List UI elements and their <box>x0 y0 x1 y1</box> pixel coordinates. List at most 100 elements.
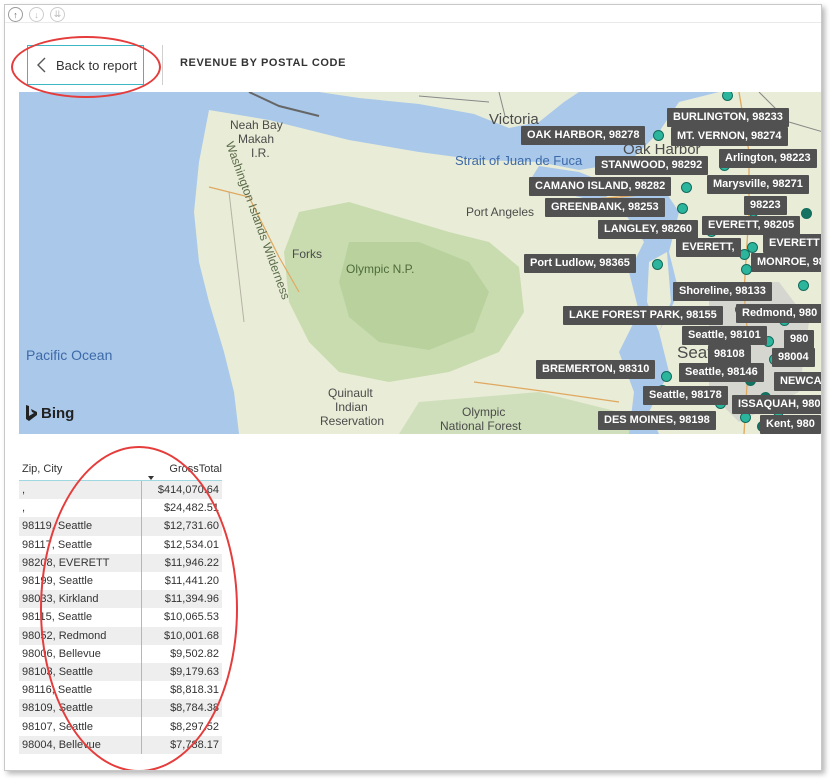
map-pin-label[interactable]: 98223 <box>744 196 787 215</box>
map-pin-label[interactable]: CAMANO ISLAND, 98282 <box>529 177 672 196</box>
cell-zip-city: 98006, Bellevue <box>19 644 142 663</box>
arrow-up-icon[interactable]: ↑ <box>8 7 23 22</box>
cell-zip-city: , <box>19 499 142 518</box>
table-row[interactable]: 98116, Seattle $8,818.31 <box>19 681 222 700</box>
map-pin-label[interactable]: Shoreline, 98133 <box>673 282 772 301</box>
place-label: Olympic N.P. <box>346 262 415 276</box>
cell-gross-total: $8,818.31 <box>170 684 219 697</box>
map-pin-label[interactable]: STANWOOD, 98292 <box>595 156 709 175</box>
map-pin-label[interactable]: Marysville, 98271 <box>707 175 809 194</box>
cell-gross-total: $11,394.96 <box>164 593 219 606</box>
map-pin-label[interactable]: Seattle, 98146 <box>679 363 764 382</box>
table-row[interactable]: 98052, Redmond $10,001.68 <box>19 626 222 645</box>
map-pin-label[interactable]: ISSAQUAH, 980 <box>732 395 821 414</box>
map-pin-label[interactable]: OAK HARBOR, 98278 <box>521 126 646 145</box>
cell-gross-total: $9,179.63 <box>170 665 219 678</box>
cell-gross-total: $12,534.01 <box>163 538 219 551</box>
report-header: Back to report REVENUE BY POSTAL CODE <box>5 41 821 91</box>
cell-zip-city: 98052, Redmond <box>19 626 142 645</box>
back-button-label: Back to report <box>56 57 137 73</box>
cell-zip-city: 98103, Seattle <box>19 662 142 682</box>
map-pin-label[interactable]: MT. VERNON, 98274 <box>671 127 788 146</box>
cell-gross-total: $11,946.22 <box>164 556 219 569</box>
table-row[interactable]: 98119, Seattle $12,731.60 <box>19 517 222 536</box>
map-pin-label[interactable]: Seattle, 98101 <box>682 326 767 345</box>
table-row[interactable]: 98006, Bellevue $9,502.82 <box>19 644 222 663</box>
map-point[interactable] <box>681 182 692 193</box>
map-point[interactable] <box>798 280 809 291</box>
map-pin-label[interactable]: EVERETT <box>763 234 821 253</box>
table-row[interactable]: 98033, Kirkland $11,394.96 <box>19 590 222 609</box>
map-pin-label[interactable]: Port Ludlow, 98365 <box>524 254 636 273</box>
place-label: Port Angeles <box>466 205 535 219</box>
cell-gross-total: $9,502.82 <box>170 647 219 660</box>
table-row[interactable]: 98115, Seattle $10,065.53 <box>19 608 222 627</box>
double-arrow-down-icon[interactable]: ⇊ <box>50 7 65 22</box>
place-label: National Forest <box>440 419 522 433</box>
cell-gross-total: $8,784.38 <box>170 702 219 715</box>
report-window: ↑ ↓ ⇊ Back to report REVENUE BY POSTAL C… <box>4 4 822 771</box>
cell-zip-city: 98109, Seattle <box>19 699 142 718</box>
map-pin-label[interactable]: EVERETT, <box>676 238 741 257</box>
map-point[interactable] <box>661 371 672 382</box>
map-pin-label[interactable]: NEWCA <box>774 372 821 391</box>
place-label: Pacific Ocean <box>26 347 113 363</box>
back-to-report-button[interactable]: Back to report <box>27 45 144 85</box>
map-point[interactable] <box>677 203 688 214</box>
map-pin-label[interactable]: GREENBANK, 98253 <box>545 198 665 217</box>
map-pin-label[interactable]: BREMERTON, 98310 <box>536 360 656 379</box>
place-label: Olympic <box>462 405 506 419</box>
map-pin-label[interactable]: MONROE, 98 <box>751 253 821 272</box>
table-row[interactable]: , $24,482.51 <box>19 499 222 518</box>
column-header-gross-total[interactable]: GrossTotal <box>142 463 222 480</box>
header-divider <box>162 45 163 85</box>
cell-zip-city: 98115, Seattle <box>19 608 142 627</box>
cell-zip-city: , <box>19 481 142 500</box>
mini-toolbar: ↑ ↓ ⇊ <box>5 5 821 23</box>
table-row[interactable]: 98109, Seattle $8,784.38 <box>19 699 222 718</box>
chevron-left-icon <box>37 57 46 73</box>
table-row[interactable]: , $414,070.64 <box>19 481 222 500</box>
place-label: Makah <box>238 132 275 146</box>
map-point[interactable] <box>801 208 812 219</box>
map-pin-label[interactable]: 98004 <box>772 348 815 367</box>
bing-icon <box>26 405 37 421</box>
table-row[interactable]: 98004, Bellevue $7,788.17 <box>19 735 222 754</box>
table-row[interactable]: 98107, Seattle $8,297.52 <box>19 717 222 736</box>
map-pin-label[interactable]: LAKE FOREST PARK, 98155 <box>563 306 723 325</box>
cell-gross-total: $10,065.53 <box>163 611 219 624</box>
map-pin-label[interactable]: 98108 <box>708 345 751 364</box>
map-pin-label[interactable]: LANGLEY, 98260 <box>598 220 699 239</box>
map-pin-label[interactable]: DES MOINES, 98198 <box>598 411 716 430</box>
cell-zip-city: 98199, Seattle <box>19 571 142 591</box>
page-title: REVENUE BY POSTAL CODE <box>180 57 347 69</box>
map-point[interactable] <box>739 249 750 260</box>
cell-gross-total: $414,070.64 <box>157 484 219 497</box>
map-pin-label[interactable]: Seattle, 98178 <box>643 386 728 405</box>
bing-logo: Bing <box>25 405 74 422</box>
cell-gross-total: $7,788.17 <box>170 738 219 751</box>
map-pin-label[interactable]: EVERETT, 98205 <box>702 216 801 235</box>
map-pin-label[interactable]: 980 <box>784 330 815 349</box>
map-visual[interactable]: Neah Bay Makah I.R. Victoria Strait of J… <box>19 92 821 434</box>
cell-zip-city: 98107, Seattle <box>19 717 142 736</box>
table-row[interactable]: 98208, EVERETT $11,946.22 <box>19 553 222 572</box>
map-point[interactable] <box>653 130 664 141</box>
map-pin-label[interactable]: BURLINGTON, 98233 <box>667 108 789 127</box>
cell-zip-city: 98033, Kirkland <box>19 590 142 609</box>
map-pin-label[interactable]: Arlington, 98223 <box>719 149 817 168</box>
column-header-zip-city[interactable]: Zip, City <box>19 463 142 475</box>
cell-gross-total: $12,731.60 <box>163 520 219 533</box>
revenue-table[interactable]: Zip, City GrossTotal , $414,070.64 , $24,4… <box>19 457 222 754</box>
map-pin-label[interactable]: Kent, 980 <box>760 415 821 434</box>
table-row[interactable]: 98117, Seattle $12,534.01 <box>19 535 222 554</box>
map-pin-label[interactable]: Redmond, 980 <box>736 304 821 323</box>
arrow-down-icon[interactable]: ↓ <box>29 7 44 22</box>
table-row[interactable]: 98199, Seattle $11,441.20 <box>19 571 222 591</box>
map-point[interactable] <box>652 259 663 270</box>
table-row[interactable]: 98103, Seattle $9,179.63 <box>19 662 222 682</box>
place-label: Neah Bay <box>230 118 283 132</box>
cell-gross-total: $11,441.20 <box>164 575 219 588</box>
place-label: Forks <box>292 247 322 261</box>
place-label: Indian <box>335 400 368 414</box>
